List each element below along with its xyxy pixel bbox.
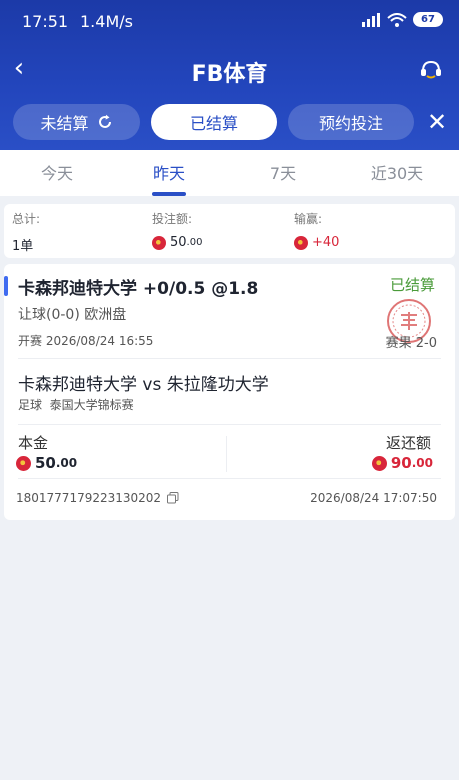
return-amount: 90.00 (371, 454, 433, 472)
kickoff-info: 开赛 2026/08/24 16:55 (18, 332, 153, 349)
date-tabs: 今天 昨天 7天 近30天 (0, 150, 459, 196)
signal-icon (362, 12, 380, 27)
network-speed: 1.4M/s (80, 12, 133, 31)
settle-time: 2026/08/24 17:07:50 (310, 491, 437, 505)
tab-30days[interactable]: 近30天 (340, 160, 454, 184)
bet-status: 已结算 (389, 276, 435, 294)
amount-separator (226, 436, 227, 472)
summary-stake-value: 50.00 (152, 235, 202, 250)
app-header: 17:51 1.4M/s 67 ‹ FB体育 未结算 已结算 预约投注 ✕ (0, 0, 459, 150)
wifi-icon (387, 12, 407, 27)
status-icons: 67 (361, 12, 443, 27)
stake-int: 50 (35, 454, 56, 472)
refresh-icon[interactable] (97, 114, 113, 130)
tab-today[interactable]: 今天 (0, 160, 114, 184)
summary-total-label: 总计: (12, 212, 41, 226)
card-divider (18, 478, 441, 479)
bet-market: 让球(0-0) 欧洲盘 (18, 307, 127, 323)
summary-stake-label: 投注额: (152, 212, 193, 226)
customer-service-icon[interactable] (417, 56, 445, 84)
card-accent-bar (4, 276, 8, 296)
card-divider (18, 424, 441, 425)
bet-card[interactable]: 卡森邦迪特大学 +0/0.5 @1.8 已结算 让球(0-0) 欧洲盘 开赛 2… (4, 264, 455, 520)
close-icon[interactable]: ✕ (423, 104, 451, 140)
stake-label: 本金 (18, 434, 49, 452)
currency-coin-icon (371, 455, 387, 471)
tab-yesterday[interactable]: 昨天 (112, 160, 226, 184)
summary-stake-dec: .00 (186, 237, 203, 248)
tab-7days[interactable]: 7天 (226, 160, 340, 184)
battery-icon: 67 (413, 12, 443, 27)
filter-settled-label: 已结算 (189, 114, 238, 133)
filter-unsettled-label: 未结算 (40, 114, 89, 133)
order-id: 1801777179223130202 (16, 491, 179, 505)
filter-settled[interactable]: 已结算 (151, 104, 277, 140)
return-label: 返还额 (385, 434, 431, 452)
summary-stake-int: 50 (170, 235, 187, 250)
currency-coin-icon (152, 235, 166, 250)
summary-total-value: 1单 (12, 239, 34, 254)
bet-selection-title: 卡森邦迪特大学 +0/0.5 @1.8 (18, 279, 259, 299)
summary-pnl-label: 输赢: (294, 212, 323, 226)
active-tab-indicator (152, 192, 186, 196)
filter-reserved[interactable]: 预约投注 (288, 104, 414, 140)
summary-pnl-amount: +40 (312, 235, 340, 250)
kickoff-label: 开赛 (18, 334, 43, 348)
order-id-value: 1801777179223130202 (16, 491, 162, 505)
clock: 17:51 (22, 12, 69, 31)
match-league: 足球 泰国大学锦标赛 (18, 396, 134, 413)
kickoff-time: 2026/08/24 16:55 (45, 334, 154, 348)
currency-coin-icon (16, 455, 31, 471)
return-int: 90 (390, 454, 412, 472)
match-teams: 卡森邦迪特大学 vs 朱拉隆功大学 (18, 375, 269, 395)
copy-icon[interactable] (167, 492, 179, 504)
page-title: FB体育 (191, 62, 268, 87)
summary-panel: 总计: 1单 投注额: 50.00 输赢: +40 (4, 204, 455, 258)
result-score: 2-0 (415, 336, 437, 351)
filter-reserved-label: 预约投注 (318, 114, 383, 133)
status-bar: 17:51 1.4M/s 67 (0, 0, 459, 44)
card-divider (18, 358, 441, 359)
league-name: 泰国大学锦标赛 (49, 398, 134, 412)
stake-amount: 50.00 (16, 454, 77, 472)
match-result: 赛果 2-0 (386, 332, 437, 351)
sport-name: 足球 (18, 398, 43, 412)
result-label: 赛果 (385, 336, 412, 351)
currency-coin-icon (294, 235, 308, 250)
filter-unsettled[interactable]: 未结算 (13, 104, 140, 140)
summary-pnl-value: +40 (294, 235, 339, 250)
return-dec: .00 (411, 456, 433, 470)
stake-dec: .00 (55, 456, 78, 470)
